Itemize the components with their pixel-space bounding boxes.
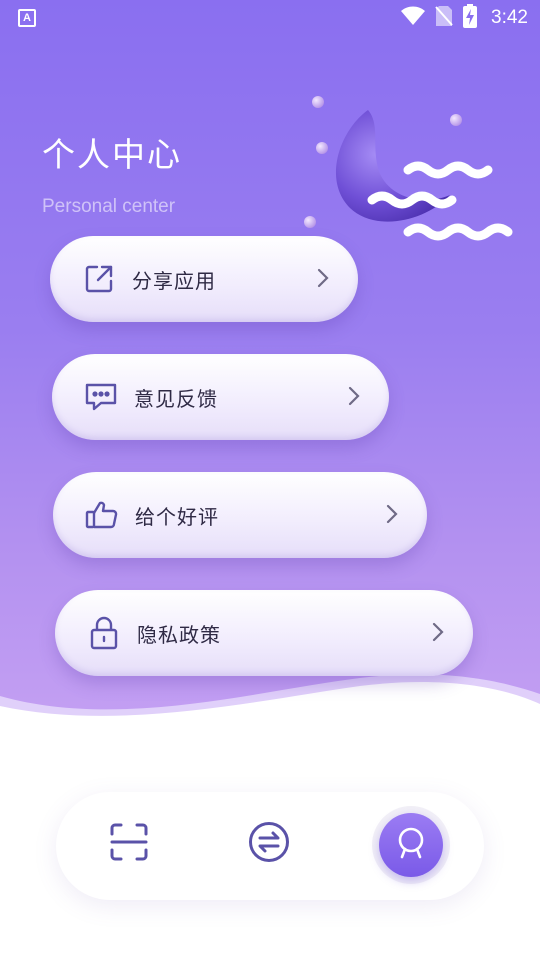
bottom-navigation (56, 792, 484, 900)
thumbs-up-icon (85, 498, 119, 532)
no-sim-icon (435, 5, 453, 31)
convert-icon (248, 821, 290, 867)
scan-icon (109, 822, 149, 866)
chevron-right-icon (348, 386, 360, 406)
battery-charging-icon (463, 4, 478, 32)
page-subtitle: Personal center (42, 196, 176, 217)
feedback-icon (84, 380, 118, 414)
menu-item-share[interactable]: 分享应用 (50, 236, 358, 322)
lock-icon (87, 616, 121, 650)
status-bar: A 3:42 (0, 0, 540, 36)
menu-item-label: 隐私政策 (137, 622, 221, 647)
page-title: 个人中心 (42, 135, 182, 174)
moon-cloud-illustration (304, 96, 513, 241)
menu-item-label: 分享应用 (132, 268, 216, 293)
nav-profile[interactable] (372, 806, 450, 884)
menu-item-label: 给个好评 (135, 504, 219, 529)
chevron-right-icon (317, 268, 329, 288)
menu-item-privacy[interactable]: 隐私政策 (55, 590, 473, 676)
chevron-right-icon (386, 504, 398, 524)
menu-item-feedback[interactable]: 意见反馈 (52, 354, 389, 440)
share-icon (82, 262, 116, 296)
clock: 3:42 (491, 7, 528, 28)
menu-item-rate[interactable]: 给个好评 (53, 472, 427, 558)
nav-scan[interactable] (99, 814, 159, 874)
menu-item-label: 意见反馈 (134, 386, 218, 411)
chevron-right-icon (432, 622, 444, 642)
profile-badge-icon (396, 827, 426, 863)
wifi-icon (401, 6, 426, 30)
nav-convert[interactable] (239, 814, 299, 874)
app-notification-icon: A (18, 9, 36, 27)
